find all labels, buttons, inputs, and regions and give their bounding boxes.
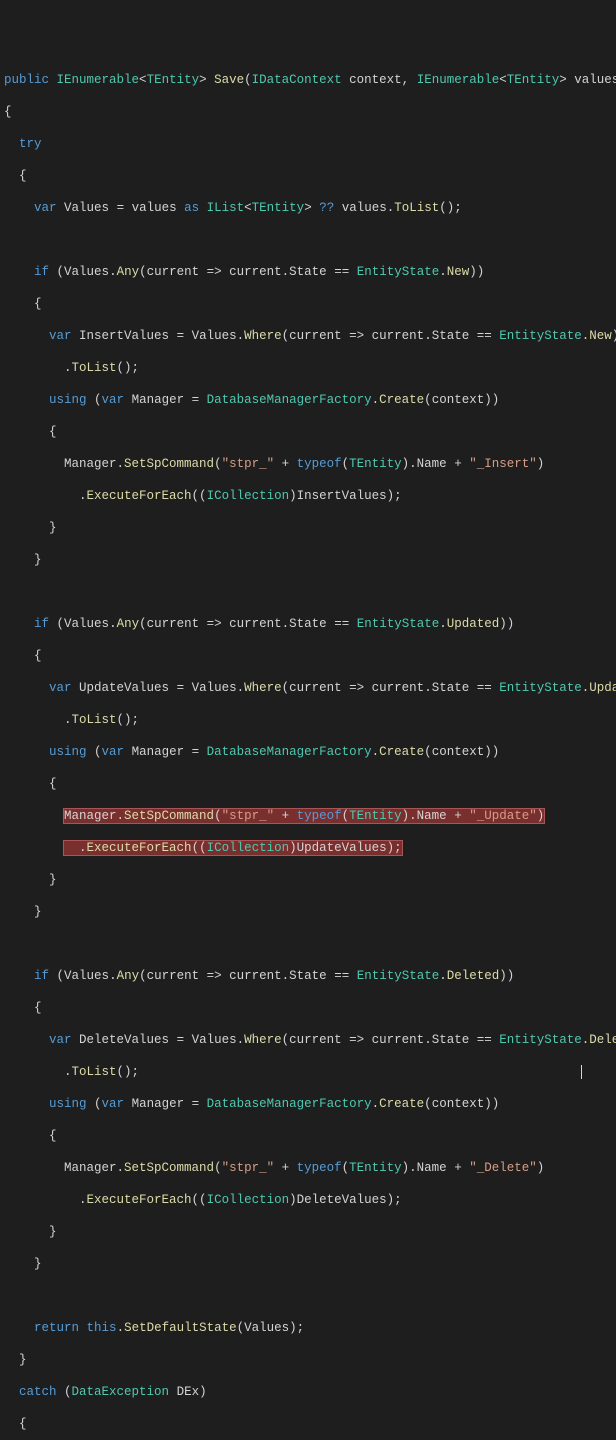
code-line: using (var Manager = DatabaseManagerFact… <box>4 744 612 760</box>
code-line <box>4 584 612 600</box>
code-line: { <box>4 104 612 120</box>
code-line: if (Values.Any(current => current.State … <box>4 968 612 984</box>
code-line: .ToList(); <box>4 1064 612 1080</box>
code-line: var InsertValues = Values.Where(current … <box>4 328 612 344</box>
code-line: var UpdateValues = Values.Where(current … <box>4 680 612 696</box>
code-line: } <box>4 1224 612 1240</box>
selected-text: .ExecuteForEach((ICollection)UpdateValue… <box>64 841 402 855</box>
code-line: if (Values.Any(current => current.State … <box>4 264 612 280</box>
code-line: } <box>4 552 612 568</box>
code-editor[interactable]: public IEnumerable<TEntity> Save(IDataCo… <box>4 72 612 1440</box>
selected-text: Manager.SetSpCommand("stpr_" + typeof(TE… <box>64 809 544 823</box>
code-line: } <box>4 904 612 920</box>
code-line: .ToList(); <box>4 712 612 728</box>
code-line: } <box>4 1352 612 1368</box>
code-line: } <box>4 1256 612 1272</box>
code-line: { <box>4 1000 612 1016</box>
code-line: catch (DataException DEx) <box>4 1384 612 1400</box>
code-line: using (var Manager = DatabaseManagerFact… <box>4 392 612 408</box>
code-line: public IEnumerable<TEntity> Save(IDataCo… <box>4 72 612 88</box>
code-line: using (var Manager = DatabaseManagerFact… <box>4 1096 612 1112</box>
code-line: { <box>4 296 612 312</box>
text-cursor <box>581 1065 582 1079</box>
code-line: .ExecuteForEach((ICollection)InsertValue… <box>4 488 612 504</box>
code-line: return this.SetDefaultState(Values); <box>4 1320 612 1336</box>
code-line: if (Values.Any(current => current.State … <box>4 616 612 632</box>
code-line: var DeleteValues = Values.Where(current … <box>4 1032 612 1048</box>
code-line: { <box>4 648 612 664</box>
code-line <box>4 1288 612 1304</box>
code-line: .ExecuteForEach((ICollection)DeleteValue… <box>4 1192 612 1208</box>
code-line: { <box>4 1416 612 1432</box>
code-line: .ToList(); <box>4 360 612 376</box>
code-line: var Values = values as IList<TEntity> ??… <box>4 200 612 216</box>
code-line: } <box>4 872 612 888</box>
code-line: } <box>4 520 612 536</box>
code-line <box>4 936 612 952</box>
code-line: { <box>4 776 612 792</box>
code-line: Manager.SetSpCommand("stpr_" + typeof(TE… <box>4 808 612 824</box>
code-line: Manager.SetSpCommand("stpr_" + typeof(TE… <box>4 1160 612 1176</box>
code-line: try <box>4 136 612 152</box>
code-line: .ExecuteForEach((ICollection)UpdateValue… <box>4 840 612 856</box>
code-line: { <box>4 424 612 440</box>
code-line: { <box>4 1128 612 1144</box>
code-line: Manager.SetSpCommand("stpr_" + typeof(TE… <box>4 456 612 472</box>
code-line: { <box>4 168 612 184</box>
code-line <box>4 232 612 248</box>
